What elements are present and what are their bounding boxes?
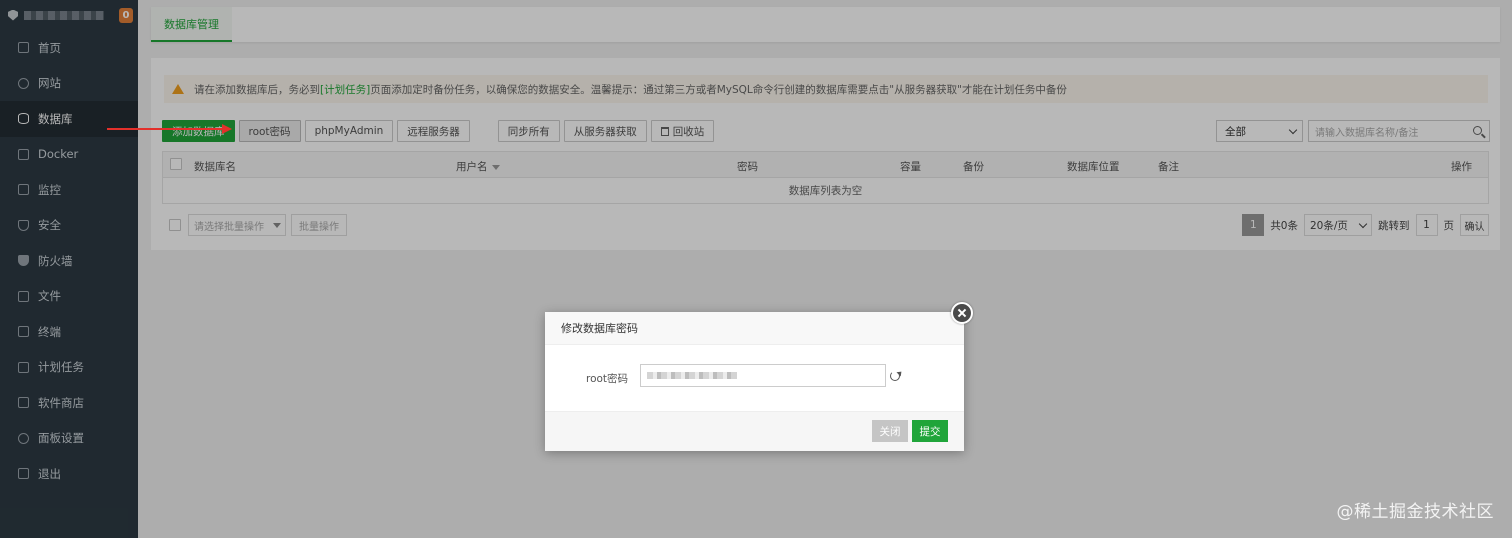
- dialog-body: root密码: [545, 345, 964, 411]
- submit-button[interactable]: 提交: [912, 420, 948, 442]
- change-password-dialog: 修改数据库密码 root密码 关闭 提交: [545, 312, 964, 451]
- annotation-arrow: [107, 124, 232, 134]
- root-password-input[interactable]: [640, 364, 886, 387]
- close-button[interactable]: 关闭: [872, 420, 908, 442]
- close-icon[interactable]: [951, 302, 973, 324]
- dialog-title: 修改数据库密码: [545, 312, 964, 345]
- root-password-label: root密码: [586, 373, 629, 385]
- masked-password-value: [647, 372, 737, 379]
- modal-overlay[interactable]: [0, 0, 1512, 538]
- refresh-icon[interactable]: [890, 371, 900, 381]
- watermark: @稀土掘金技术社区: [1336, 502, 1494, 522]
- dialog-footer: 关闭 提交: [545, 411, 964, 451]
